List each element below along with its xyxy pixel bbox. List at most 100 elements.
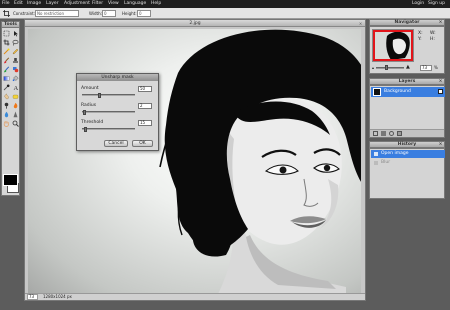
document-title-bar[interactable]: 2.jpg × [25, 20, 365, 27]
menu-view[interactable]: View [108, 1, 119, 7]
wand-icon[interactable] [3, 48, 10, 55]
layer-style-icon[interactable] [381, 131, 386, 136]
menu-bar: File Edit Image Layer Adjustment Filter … [0, 0, 450, 8]
zoom-out-icon[interactable]: ▴ [372, 65, 374, 70]
drawing-icon[interactable] [12, 66, 19, 73]
navigator-title-bar[interactable]: Navigator × [369, 19, 445, 26]
history-step-icon [374, 152, 378, 156]
threshold-slider-track[interactable] [82, 127, 135, 132]
brush-icon[interactable] [3, 57, 10, 64]
menu-language[interactable]: Language [124, 1, 146, 7]
threshold-slider-thumb[interactable] [84, 127, 87, 132]
burn-icon[interactable] [12, 102, 19, 109]
menu-adjustment[interactable]: Adjustment [64, 1, 90, 7]
close-icon[interactable]: × [438, 20, 443, 25]
navigator-zoom-unit: % [434, 65, 438, 70]
layer-row[interactable]: Background [371, 87, 445, 97]
navigator-zoom-thumb[interactable] [385, 65, 388, 70]
blur-icon[interactable] [3, 111, 10, 118]
gradient-icon[interactable] [3, 75, 10, 82]
radius-slider-thumb[interactable] [83, 110, 86, 115]
navigator-view-frame[interactable] [373, 30, 413, 61]
y-label: Y: [418, 37, 422, 42]
history-panel: Open image Blur [369, 148, 445, 199]
layer-visibility-checkbox[interactable] [438, 89, 443, 94]
navigator-zoom-input[interactable]: 73 [420, 65, 432, 71]
zoom-field[interactable]: 73 [27, 294, 38, 300]
move-icon[interactable] [12, 30, 19, 37]
history-item[interactable]: Open image [371, 150, 445, 158]
menu-file[interactable]: File [2, 1, 10, 7]
tools-title: Tools [4, 22, 17, 27]
close-icon[interactable]: × [438, 142, 443, 147]
navigator-panel: X: Y: W: H: ▴ ▲ 73 % [369, 26, 445, 74]
history-item-label: Open image [381, 151, 409, 156]
tools-panel: A [1, 28, 20, 196]
layer-mask-icon[interactable] [389, 131, 394, 136]
color-replace-icon[interactable] [3, 66, 10, 73]
ok-button[interactable]: OK [132, 140, 153, 147]
type-icon[interactable]: A [12, 84, 19, 92]
history-item[interactable]: Blur [371, 159, 445, 167]
dialog-title: Unsharp mask [101, 75, 134, 80]
close-icon[interactable]: × [438, 79, 443, 84]
smudge-icon[interactable] [3, 93, 10, 100]
cancel-button[interactable]: Cancel [104, 140, 128, 147]
constraint-label: Constraint: [13, 10, 36, 16]
radius-slider-track[interactable] [82, 110, 135, 115]
height-input[interactable]: 0 [137, 10, 151, 17]
layers-panel: Background [369, 85, 445, 138]
hand-icon[interactable] [3, 120, 10, 127]
bucket-icon[interactable] [12, 75, 19, 82]
marquee-icon[interactable] [3, 30, 10, 37]
amount-slider-thumb[interactable] [98, 93, 101, 98]
navigator-title: Navigator [394, 20, 420, 25]
menu-edit[interactable]: Edit [14, 1, 23, 7]
document-window: 2.jpg × 73 1280x1024 px [24, 19, 366, 301]
navigator-zoom-slider[interactable] [376, 65, 404, 70]
layers-title-bar[interactable]: Layers × [369, 78, 445, 85]
constraint-select[interactable]: No restriction [35, 10, 79, 17]
login-link[interactable]: Login [412, 1, 424, 7]
picker-icon[interactable] [3, 84, 10, 91]
zoom-in-icon[interactable]: ▲ [406, 64, 410, 70]
navigator-thumbnail[interactable] [372, 29, 414, 62]
image-dimensions: 1280x1024 px [43, 294, 72, 299]
sponge-icon[interactable] [12, 93, 19, 100]
radius-label: Radius [81, 103, 97, 108]
x-label: X: [418, 31, 423, 36]
foreground-color-swatch[interactable] [3, 174, 18, 186]
amount-label: Amount [81, 86, 99, 91]
crop-icon [3, 10, 10, 17]
signup-link[interactable]: Sign up [428, 1, 445, 7]
amount-slider-track[interactable] [82, 93, 135, 98]
h-label: H: [430, 37, 435, 42]
history-title: History [397, 142, 417, 147]
delete-layer-icon[interactable] [397, 131, 402, 136]
clone-icon[interactable] [12, 57, 19, 64]
menu-help[interactable]: Help [151, 1, 161, 7]
sharpen-icon[interactable] [12, 111, 19, 118]
threshold-input[interactable]: 15 [138, 120, 152, 126]
new-layer-icon[interactable] [373, 131, 378, 136]
dialog-title-bar[interactable]: Unsharp mask [77, 74, 158, 81]
w-label: W: [430, 31, 436, 36]
zoom-icon[interactable] [12, 120, 19, 127]
lasso-icon[interactable] [12, 39, 19, 46]
tools-title-bar[interactable]: Tools [1, 21, 20, 28]
dodge-icon[interactable] [3, 102, 10, 109]
image-canvas[interactable] [28, 29, 361, 294]
amount-input[interactable]: 50 [138, 86, 152, 92]
close-icon[interactable]: × [358, 21, 363, 26]
radius-input[interactable]: 2 [138, 103, 152, 109]
option-bar: Constraint: No restriction Width: 0 Heig… [0, 8, 450, 19]
pencil-icon[interactable] [12, 48, 19, 55]
menu-layer[interactable]: Layer [46, 1, 59, 7]
width-input[interactable]: 0 [102, 10, 116, 17]
history-title-bar[interactable]: History × [369, 141, 445, 148]
menu-filter[interactable]: Filter [92, 1, 103, 7]
portrait-illustration [159, 29, 361, 294]
svg-text:A: A [14, 85, 19, 91]
menu-image[interactable]: Image [27, 1, 41, 7]
crop-icon[interactable] [3, 39, 10, 46]
